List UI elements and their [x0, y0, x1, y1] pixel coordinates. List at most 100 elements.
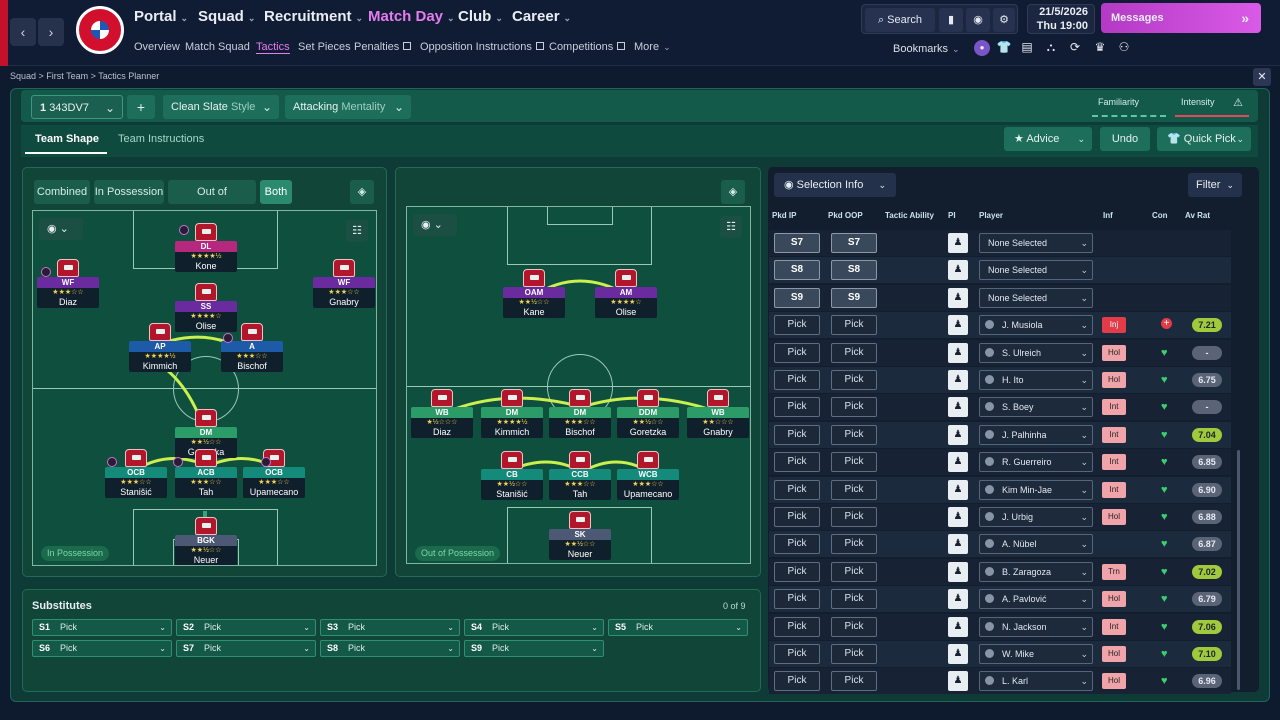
col-tactic-ability[interactable]: Tactic Ability — [885, 211, 934, 220]
pick-ip-button[interactable]: Pick — [774, 315, 820, 336]
player-card[interactable]: DM ★★★★½ Kimmich — [481, 389, 543, 438]
subnav-match-squad[interactable]: Match Squad — [185, 41, 250, 53]
player-card[interactable]: DM ★★★☆☆ Bischof — [549, 389, 611, 438]
pick-ip-button[interactable]: Pick — [774, 589, 820, 610]
subnav-set-pieces[interactable]: Set Pieces — [298, 41, 351, 53]
nav-career[interactable]: Career ⌄ — [512, 8, 571, 25]
tab-team-shape[interactable]: Team Shape — [35, 133, 99, 145]
pick-ip-button[interactable]: Pick — [774, 479, 820, 500]
pick-oop-button[interactable]: Pick — [831, 479, 877, 500]
add-tactic-button[interactable]: + — [127, 95, 155, 119]
player-instructions-icon[interactable]: ♟ — [948, 287, 968, 308]
substitute-slot[interactable]: S2 Pick ⌄ — [176, 619, 316, 636]
player-select[interactable]: S. Boey ⌄ — [979, 397, 1093, 418]
refresh-icon[interactable]: ⟳ — [1067, 40, 1083, 56]
col-pi[interactable]: PI — [948, 211, 956, 220]
player-select[interactable]: B. Zaragoza ⌄ — [979, 561, 1093, 582]
player-select[interactable]: L. Karl ⌄ — [979, 671, 1093, 692]
subnav-opposition-instructions[interactable]: Opposition Instructions — [420, 41, 544, 53]
shirt-icon[interactable]: 👕 — [996, 40, 1012, 56]
player-card[interactable]: WF ★★★☆☆ Gnabry — [313, 259, 375, 308]
pick-oop-button[interactable]: S8 — [831, 260, 877, 281]
nav-match-day[interactable]: Match Day ⌄ — [368, 8, 455, 25]
pick-ip-button[interactable]: Pick — [774, 534, 820, 555]
style-select[interactable]: Clean Slate Style ⌄ — [163, 95, 279, 119]
player-instructions-icon[interactable]: ♟ — [948, 397, 968, 418]
subnav-more[interactable]: More ⌄ — [634, 41, 671, 53]
player-card[interactable]: ACB ★★★☆☆ Tah — [175, 449, 237, 498]
pick-ip-button[interactable]: Pick — [774, 644, 820, 664]
player-select[interactable]: Kim Min-Jae ⌄ — [979, 479, 1093, 500]
player-card[interactable]: BGK ★★½☆☆ Neuer — [175, 517, 237, 565]
player-card[interactable]: CB ★★½☆☆ Stanišić — [481, 451, 543, 500]
player-select[interactable]: R. Guerreiro ⌄ — [979, 452, 1093, 473]
pick-oop-button[interactable]: Pick — [831, 452, 877, 473]
player-instructions-icon[interactable]: ♟ — [948, 507, 968, 527]
substitute-slot[interactable]: S8 Pick ⌄ — [320, 640, 460, 657]
player-card[interactable]: SK ★★½☆☆ Neuer — [549, 511, 611, 560]
player-card[interactable]: WB ★½☆☆☆ Diaz — [411, 389, 473, 438]
player-instructions-icon[interactable]: ♟ — [948, 534, 968, 555]
pick-ip-button[interactable]: Pick — [774, 424, 820, 445]
trophy-icon[interactable]: ♛ — [1092, 40, 1108, 56]
pick-ip-button[interactable]: S9 — [774, 287, 820, 308]
player-instructions-icon[interactable]: ♟ — [948, 260, 968, 281]
player-card[interactable]: CCB ★★★☆☆ Tah — [549, 451, 611, 500]
nav-squad[interactable]: Squad ⌄ — [198, 8, 255, 25]
substitute-slot[interactable]: S3 Pick ⌄ — [320, 619, 460, 636]
player-instructions-icon[interactable]: ♟ — [948, 233, 968, 253]
substitute-slot[interactable]: S9 Pick ⌄ — [464, 640, 604, 657]
pick-oop-button[interactable]: Pick — [831, 315, 877, 336]
col-player[interactable]: Player — [979, 211, 1003, 220]
pick-oop-button[interactable]: Pick — [831, 589, 877, 610]
player-instructions-icon[interactable]: ♟ — [948, 452, 968, 473]
pick-oop-button[interactable]: Pick — [831, 507, 877, 527]
player-instructions-icon[interactable]: ♟ — [948, 589, 968, 610]
scrollbar[interactable] — [1237, 450, 1240, 690]
player-card[interactable]: A ★★★☆☆ Bischof — [221, 323, 283, 372]
nav-recruitment[interactable]: Recruitment ⌄ — [264, 8, 363, 25]
mentality-select[interactable]: Attacking Mentality ⌄ — [285, 95, 411, 119]
player-select[interactable]: N. Jackson ⌄ — [979, 616, 1093, 637]
pick-oop-button[interactable]: Pick — [831, 397, 877, 418]
search-button[interactable]: ⌕ Search — [865, 8, 935, 32]
col-con[interactable]: Con — [1152, 211, 1168, 220]
player-select[interactable]: None Selected ⌄ — [979, 260, 1093, 281]
pick-ip-button[interactable]: S7 — [774, 233, 820, 253]
col-pkd-ip[interactable]: Pkd IP — [772, 211, 796, 220]
sliders-icon[interactable]: ☷ — [346, 220, 368, 242]
pick-ip-button[interactable]: Pick — [774, 397, 820, 418]
globe-icon[interactable]: ◉ — [966, 8, 990, 32]
pick-ip-button[interactable]: Pick — [774, 507, 820, 527]
breadcrumb-first-team[interactable]: First Team — [46, 71, 88, 81]
substitute-slot[interactable]: S5 Pick ⌄ — [608, 619, 748, 636]
player-card[interactable]: AP ★★★★½ Kimmich — [129, 323, 191, 372]
pick-oop-button[interactable]: Pick — [831, 644, 877, 664]
mode-combined[interactable]: Combined — [34, 180, 90, 204]
subnav-penalties[interactable]: Penalties — [354, 41, 412, 53]
undo-button[interactable]: Undo — [1100, 127, 1150, 151]
pick-ip-button[interactable]: Pick — [774, 671, 820, 692]
familiarity-meter[interactable]: Familiarity — [1092, 97, 1166, 117]
advice-button[interactable]: ★ Advice ⌄ — [1004, 127, 1092, 151]
pick-oop-button[interactable]: Pick — [831, 534, 877, 555]
pick-oop-button[interactable]: S9 — [831, 287, 877, 308]
player-instructions-icon[interactable]: ♟ — [948, 424, 968, 445]
pick-ip-button[interactable]: Pick — [774, 561, 820, 582]
document-icon[interactable]: ▤ — [1019, 40, 1035, 56]
nav-club[interactable]: Club ⌄ — [458, 8, 503, 25]
player-instructions-icon[interactable]: ♟ — [948, 342, 968, 363]
pick-ip-button[interactable]: Pick — [774, 342, 820, 363]
substitute-slot[interactable]: S6 Pick ⌄ — [32, 640, 172, 657]
pitch-icon[interactable]: ⛬ — [1043, 40, 1059, 56]
mode-out-of-possession[interactable]: Out of Possession — [168, 180, 256, 222]
player-select[interactable]: None Selected ⌄ — [979, 233, 1093, 253]
back-button[interactable]: ‹ — [10, 18, 36, 46]
col-pkd-oop[interactable]: Pkd OOP — [828, 211, 863, 220]
mode-in-possession[interactable]: In Possession — [94, 180, 164, 204]
pick-ip-button[interactable]: Pick — [774, 616, 820, 637]
pitch-settings-icon-right[interactable]: ◈ — [721, 180, 745, 204]
player-instructions-icon[interactable]: ♟ — [948, 315, 968, 336]
gear-icon[interactable]: ⚙ — [993, 8, 1015, 32]
mode-both[interactable]: Both — [260, 180, 292, 204]
